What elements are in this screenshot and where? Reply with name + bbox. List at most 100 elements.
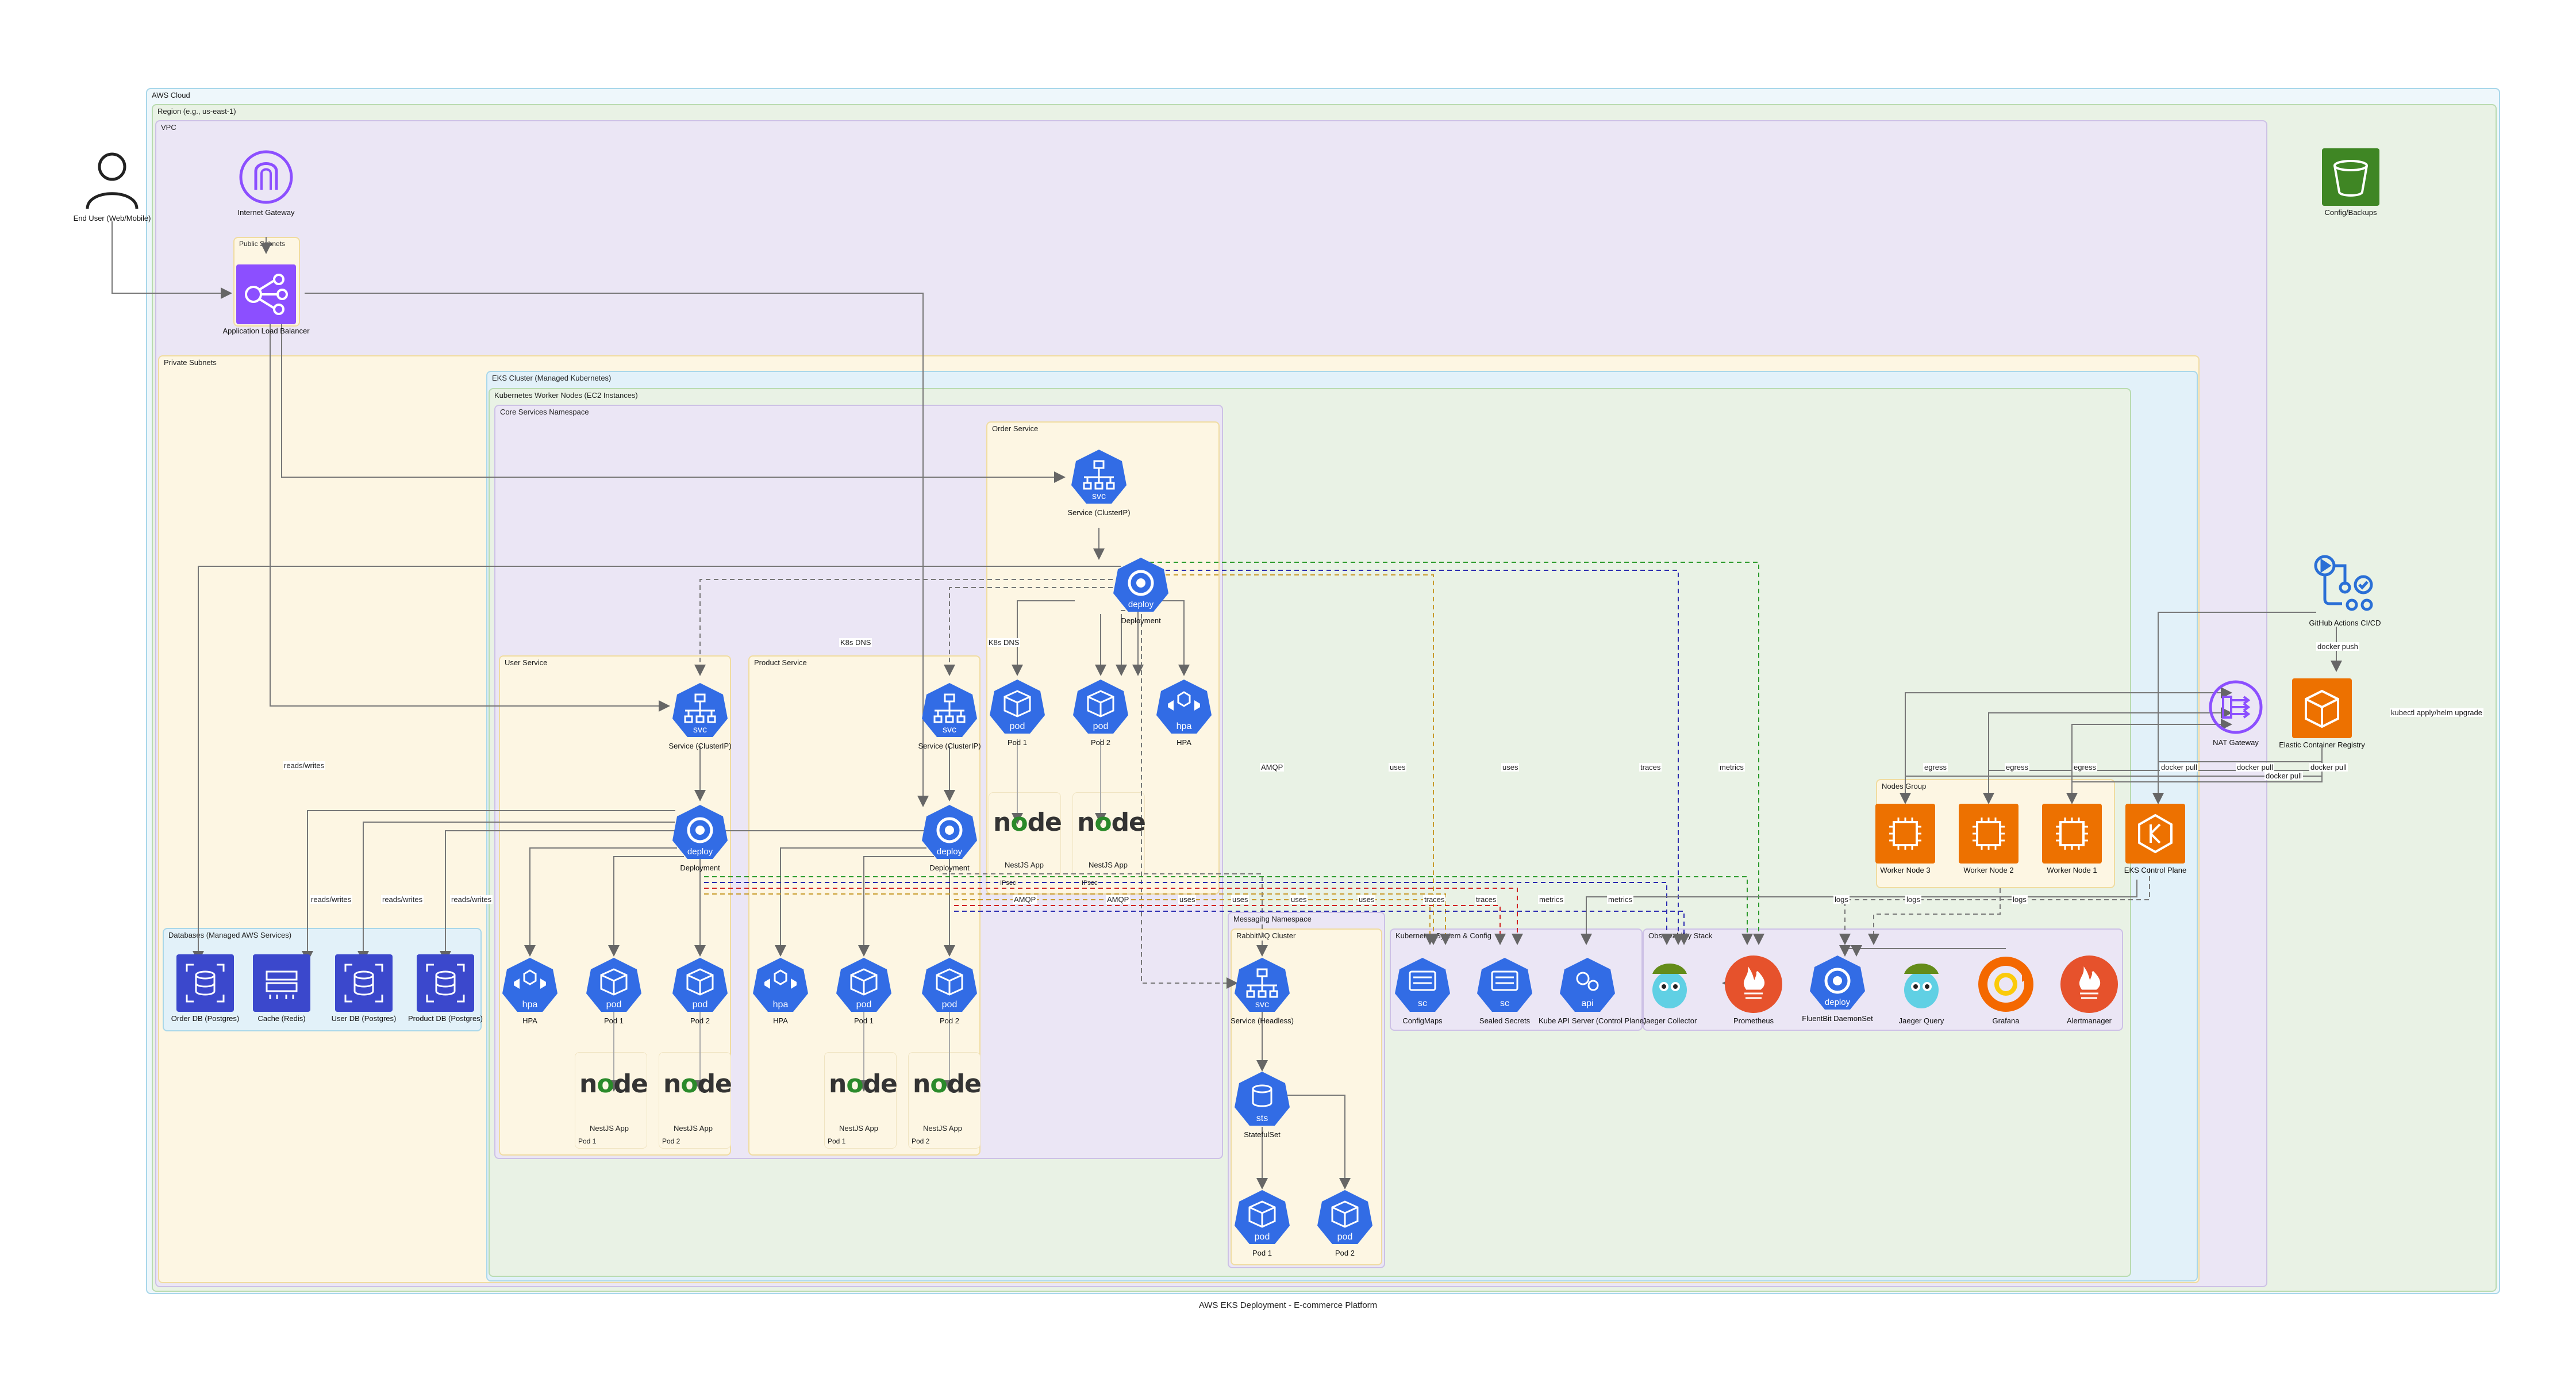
user-icon xyxy=(86,152,139,209)
order-deployment[interactable]: deploy Deployment xyxy=(1092,557,1190,625)
k8s-pod-icon: pod xyxy=(586,958,641,1012)
product-pod-1[interactable]: pod Pod 1 xyxy=(815,957,913,1025)
svg-text:pod: pod xyxy=(1337,1232,1353,1242)
edge-label-uses-3: uses xyxy=(1178,895,1197,904)
load-balancer-icon xyxy=(236,264,296,324)
svg-text:pod: pod xyxy=(856,1000,872,1010)
product-pod1-label: Pod 1 xyxy=(854,1016,874,1025)
svg-text:pod: pod xyxy=(693,1000,708,1010)
config-backups-bucket[interactable]: Config/Backups xyxy=(2302,148,2400,217)
jaeger-collector[interactable]: Jaeger Collector xyxy=(1621,954,1718,1025)
edge-label-logs-1: logs xyxy=(1833,895,1850,904)
svg-text:pod: pod xyxy=(1093,722,1109,731)
product-db[interactable]: Product DB (Postgres) xyxy=(397,954,494,1023)
edge-label-ipsec-2: IPsec xyxy=(1082,880,1098,887)
edge-label-egress-2: egress xyxy=(2005,763,2030,772)
edge-label-reads-writes-3: reads/writes xyxy=(381,895,424,904)
k8s-pod-icon: pod xyxy=(836,958,891,1012)
edge-label-docker-pull-3: docker pull xyxy=(2309,763,2348,772)
product-service-svc[interactable]: svc Service (ClusterIP) xyxy=(901,682,998,750)
user-app1-label: NestJS App xyxy=(590,1124,629,1133)
elastic-container-registry[interactable]: Elastic Container Registry xyxy=(2273,678,2371,749)
jaeger-collector-label: Jaeger Collector xyxy=(1642,1016,1697,1025)
edge-label-traces-1: traces xyxy=(1639,763,1662,772)
application-load-balancer[interactable]: Application Load Balancer xyxy=(217,264,315,335)
k8s-svc-icon: svc xyxy=(922,683,977,737)
k8s-deploy-icon: deploy xyxy=(672,805,728,859)
edge-label-reads-writes-2: reads/writes xyxy=(310,895,353,904)
edge-label-docker-pull-2: docker pull xyxy=(2236,763,2274,772)
k8s-pod-icon: pod xyxy=(922,958,977,1012)
rmq-pod2-label: Pod 2 xyxy=(1335,1249,1355,1257)
rabbitmq-pod-2[interactable]: pod Pod 2 xyxy=(1296,1189,1394,1257)
edge-label-metrics-3: metrics xyxy=(1607,895,1633,904)
order-service-svc[interactable]: svc Service (ClusterIP) xyxy=(1050,448,1148,517)
fluentbit-daemonset[interactable]: deploy FluentBit DaemonSet xyxy=(1789,954,1886,1023)
end-user[interactable]: End User (Web/Mobile) xyxy=(63,148,161,222)
user-app2-label: NestJS App xyxy=(674,1124,713,1133)
ecr-label: Elastic Container Registry xyxy=(2279,740,2365,749)
edge-label-docker-pull-1: docker pull xyxy=(2160,763,2198,772)
product-app2-sub: Pod 2 xyxy=(912,1137,930,1145)
edge-label-uses-2: uses xyxy=(1501,763,1520,772)
k8s-pod-icon: pod xyxy=(672,958,728,1012)
prometheus-label: Prometheus xyxy=(1733,1016,1774,1025)
product-pod-2[interactable]: pod Pod 2 xyxy=(901,957,998,1025)
k8s-hpa-icon: hpa xyxy=(1156,680,1212,734)
user-hpa[interactable]: hpa HPA xyxy=(481,957,579,1025)
k8s-svc-icon: svc xyxy=(1235,958,1290,1012)
container-registry-icon xyxy=(2292,678,2352,738)
svg-text:api: api xyxy=(1581,999,1593,1008)
order-app1-logo: node xyxy=(993,808,1062,837)
edge-label-egress-1: egress xyxy=(1923,763,1948,772)
product-app2-logo: node xyxy=(913,1069,982,1099)
k8s-svc-icon: svc xyxy=(672,683,728,737)
alertmanager[interactable]: Alertmanager xyxy=(2040,954,2138,1025)
eks-icon xyxy=(2125,804,2185,864)
github-actions[interactable]: GitHub Actions CI/CD xyxy=(2296,553,2394,627)
user-pod-1[interactable]: pod Pod 1 xyxy=(565,957,663,1025)
edge-label-docker-pull-4: docker pull xyxy=(2264,772,2303,780)
svg-text:svc: svc xyxy=(943,725,956,735)
k8s-hpa-icon: hpa xyxy=(502,958,558,1012)
user-app2-sub: Pod 2 xyxy=(662,1137,680,1145)
user-service-svc[interactable]: svc Service (ClusterIP) xyxy=(651,682,749,750)
edge-label-amqp-3: AMQP xyxy=(1106,895,1131,904)
api-server-icon: api xyxy=(1560,958,1615,1012)
svg-text:deploy: deploy xyxy=(687,847,713,857)
rabbitmq-statefulset[interactable]: sts StatefulSet xyxy=(1213,1070,1311,1139)
edge-label-traces-2: traces xyxy=(1423,895,1446,904)
configmap-icon: sc xyxy=(1395,958,1450,1012)
svg-text:svc: svc xyxy=(1092,492,1106,501)
ec2-icon xyxy=(1875,804,1935,864)
product-pod2-label: Pod 2 xyxy=(940,1016,959,1025)
product-deployment[interactable]: deploy Deployment xyxy=(901,804,998,872)
svg-text:hpa: hpa xyxy=(773,1000,789,1010)
nat-gateway[interactable]: NAT Gateway xyxy=(2187,678,2285,747)
svg-text:sc: sc xyxy=(1500,999,1509,1008)
edge-label-k8s-dns-1: K8s DNS xyxy=(839,638,872,647)
github-actions-label: GitHub Actions CI/CD xyxy=(2309,619,2381,627)
rabbitmq-svc[interactable]: svc Service (Headless) xyxy=(1213,957,1311,1025)
k8s-svc-icon: svc xyxy=(1071,450,1126,504)
order-deploy-label: Deployment xyxy=(1121,616,1161,625)
edge-label-ipsec-1: IPsec xyxy=(1000,880,1016,887)
alertmanager-icon xyxy=(2060,955,2118,1013)
prometheus[interactable]: Prometheus xyxy=(1705,954,1802,1025)
eks-control-plane[interactable]: EKS Control Plane xyxy=(2106,804,2204,874)
s3-bucket-icon xyxy=(2322,148,2379,206)
order-hpa-label: HPA xyxy=(1176,738,1191,747)
svg-text:deploy: deploy xyxy=(1825,997,1851,1007)
user-deployment[interactable]: deploy Deployment xyxy=(651,804,749,872)
alb-label: Application Load Balancer xyxy=(222,327,310,335)
jaeger-query[interactable]: Jaeger Query xyxy=(1873,954,1970,1025)
database-icon xyxy=(417,954,474,1012)
config-backups-label: Config/Backups xyxy=(2324,208,2377,217)
edge-label-uses-1: uses xyxy=(1389,763,1407,772)
ec2-icon xyxy=(2042,804,2102,864)
fluentbit-label: FluentBit DaemonSet xyxy=(1802,1014,1873,1023)
svg-text:sc: sc xyxy=(1418,999,1427,1008)
order-hpa[interactable]: hpa HPA xyxy=(1135,678,1233,747)
internet-gateway[interactable]: Internet Gateway xyxy=(217,148,315,217)
product-svc-label: Service (ClusterIP) xyxy=(918,742,981,750)
